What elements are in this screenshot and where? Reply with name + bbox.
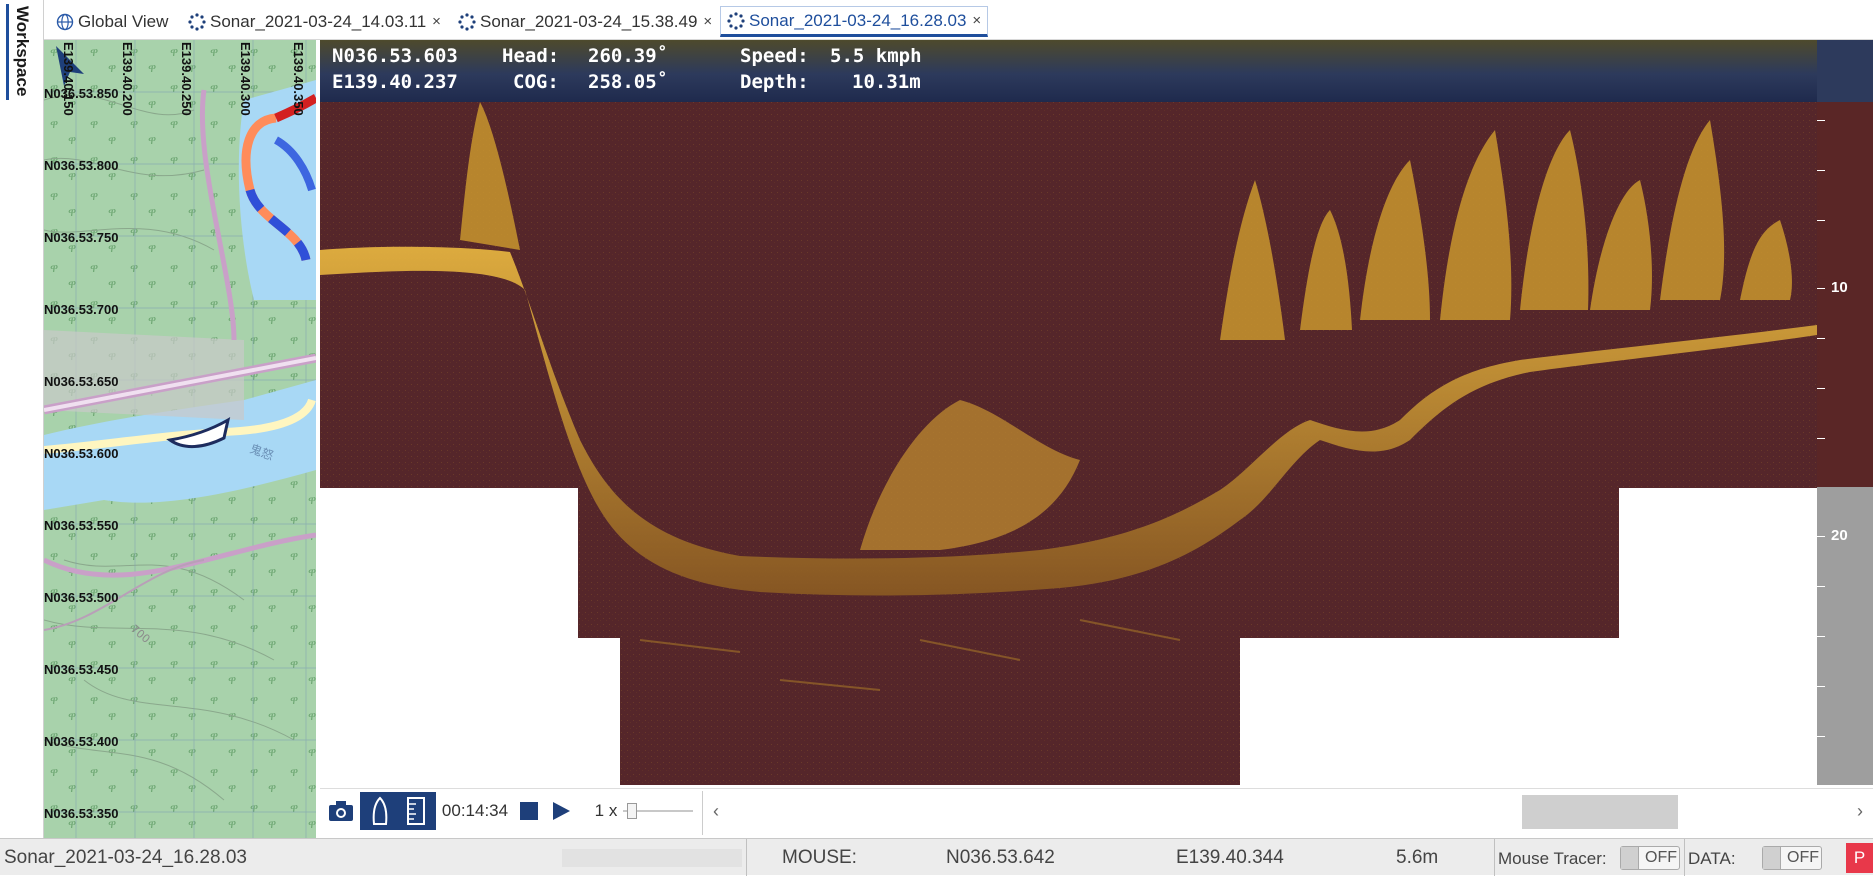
sonar-icon <box>188 12 206 31</box>
speed-readout: 1 x <box>594 801 618 820</box>
mouse-lon: E139.40.344 <box>1176 847 1284 868</box>
speed-value: 5.5 kmph <box>830 45 922 67</box>
head-label: Head: <box>502 45 560 67</box>
close-icon[interactable]: × <box>972 12 981 29</box>
data-label: DATA: <box>1688 849 1736 868</box>
lon-label: E139.40.350 <box>291 42 306 116</box>
ruler-button[interactable] <box>398 796 434 826</box>
map-panel[interactable]: ዋ ዋ <box>44 40 316 838</box>
record-button[interactable]: P <box>1846 843 1873 873</box>
play-button[interactable] <box>546 792 576 830</box>
tab-label: Global View <box>78 11 169 31</box>
play-icon <box>553 802 570 820</box>
workspace-accent <box>6 4 9 100</box>
lat-label: N036.53.450 <box>44 662 119 677</box>
lat-label: N036.53.400 <box>44 734 119 749</box>
cog-label: COG: <box>513 71 559 93</box>
sonar-panel[interactable]: N036.53.603 E139.40.237 Head: 260.39˚ CO… <box>320 40 1817 785</box>
toggle-state: OFF <box>1645 849 1677 866</box>
lon-label: E139.40.250 <box>179 42 194 116</box>
lat-label: N036.53.350 <box>44 806 119 821</box>
scrollbar-thumb[interactable] <box>1522 795 1678 829</box>
head-value: 260.39˚ <box>588 45 669 67</box>
tab-label: Sonar_2021-03-24_16.28.03 <box>749 10 967 30</box>
mouse-depth: 5.6m <box>1396 847 1439 868</box>
lat-label: N036.53.650 <box>44 374 119 389</box>
lat-label: N036.53.800 <box>44 158 119 173</box>
sonar-image[interactable] <box>320 40 1817 785</box>
speed-label: Speed: <box>740 45 809 67</box>
lon-label: E139.40.300 <box>238 42 253 116</box>
time-readout: 00:14:34 <box>441 801 509 820</box>
camera-icon <box>329 801 353 821</box>
lon-label: E139.40.150 <box>61 42 76 116</box>
tab-label: Sonar_2021-03-24_14.03.11 <box>210 11 427 31</box>
cog-value: 258.05˚ <box>588 71 669 93</box>
globe-icon <box>56 13 74 30</box>
depth-value: 10.31m <box>852 71 921 93</box>
mouse-label: MOUSE: <box>782 847 857 868</box>
mouse-tracer-label: Mouse Tracer: <box>1498 849 1607 868</box>
lon-readout: E139.40.237 <box>332 71 458 93</box>
depth-label: Depth: <box>740 71 809 93</box>
view-mode-group <box>360 792 436 830</box>
close-icon[interactable]: × <box>432 13 441 30</box>
tab-label: Sonar_2021-03-24_15.38.49 <box>480 11 698 31</box>
tab-bar: Global View Sonar_2021-03-24_14.03.11 × … <box>44 0 1873 40</box>
lat-label: N036.53.700 <box>44 302 119 317</box>
playback-controls: 00:14:34 1 x ‹ › <box>320 788 1873 838</box>
slider-thumb[interactable] <box>627 803 637 819</box>
close-icon[interactable]: × <box>703 13 712 30</box>
boat-view-button[interactable] <box>362 796 398 826</box>
workspace-strip: Workspace <box>0 0 44 838</box>
tab-sonar-1403[interactable]: Sonar_2021-03-24_14.03.11 × <box>182 6 447 37</box>
toggle-state: OFF <box>1787 849 1819 866</box>
depth-tick-label: 10 <box>1831 279 1848 296</box>
lat-label: N036.53.750 <box>44 230 119 245</box>
sonar-info-header: N036.53.603 E139.40.237 Head: 260.39˚ CO… <box>320 40 1817 102</box>
stop-icon <box>520 802 538 820</box>
tab-global-view[interactable]: Global View <box>50 6 174 37</box>
boat-icon <box>372 796 388 825</box>
lat-readout: N036.53.603 <box>332 45 458 67</box>
stop-button[interactable] <box>516 792 542 830</box>
speed-slider[interactable] <box>622 792 694 830</box>
scroll-left-icon[interactable]: ‹ <box>706 792 726 830</box>
data-toggle[interactable]: OFF <box>1762 846 1822 870</box>
sonar-icon <box>727 11 745 30</box>
scroll-right-icon[interactable]: › <box>1850 792 1870 830</box>
progress-track <box>562 849 742 867</box>
lat-label: N036.53.500 <box>44 590 119 605</box>
tab-sonar-1538[interactable]: Sonar_2021-03-24_15.38.49 × <box>452 6 718 37</box>
workspace-tab[interactable]: Workspace <box>10 6 32 102</box>
depth-scale: 10 20 <box>1817 40 1873 785</box>
lat-label: N036.53.550 <box>44 518 119 533</box>
ruler-icon <box>407 797 425 825</box>
depth-tick-label: 20 <box>1831 527 1848 544</box>
mouse-lat: N036.53.642 <box>946 847 1055 868</box>
lat-label: N036.53.850 <box>44 86 119 101</box>
lat-label: N036.53.600 <box>44 446 119 461</box>
sonar-icon <box>458 12 476 31</box>
lon-label: E139.40.200 <box>120 42 135 116</box>
mouse-tracer-toggle[interactable]: OFF <box>1620 846 1680 870</box>
status-bar: Sonar_2021-03-24_16.28.03 MOUSE: N036.53… <box>0 838 1873 876</box>
tab-sonar-1628[interactable]: Sonar_2021-03-24_16.28.03 × <box>720 6 989 37</box>
status-file-name: Sonar_2021-03-24_16.28.03 <box>4 847 247 868</box>
camera-button[interactable] <box>324 792 358 830</box>
